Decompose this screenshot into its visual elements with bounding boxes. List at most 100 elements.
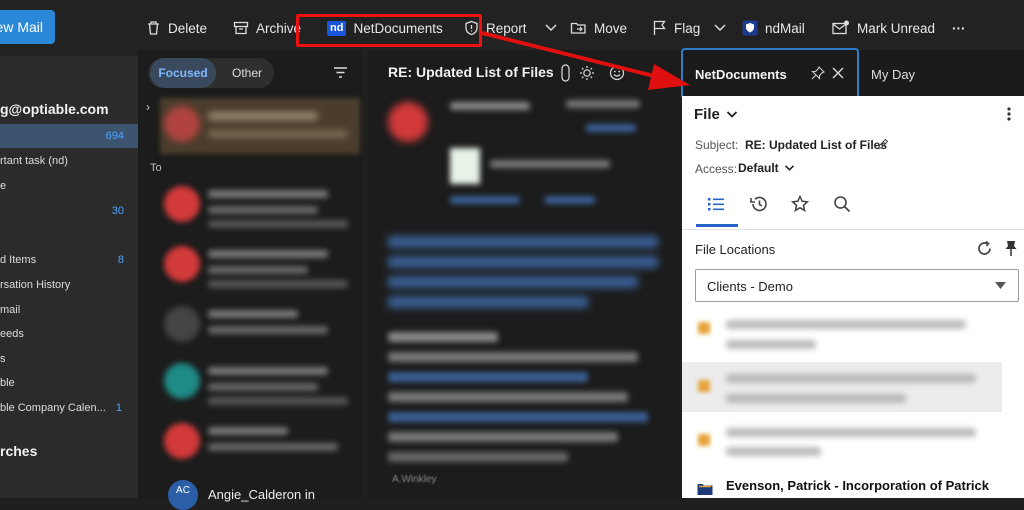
blurred-text <box>726 320 966 329</box>
envelope-dot-icon <box>832 20 849 35</box>
archive-button[interactable]: Archive <box>233 18 301 38</box>
folder-label: e <box>0 180 7 192</box>
folder-deleted-items[interactable]: d Items 8 <box>0 250 138 270</box>
pencil-icon[interactable] <box>877 138 889 150</box>
blurred-text <box>388 276 638 288</box>
emoji-icon[interactable] <box>609 65 625 81</box>
list-item[interactable] <box>160 98 360 154</box>
folder-label: d Items <box>0 254 37 266</box>
chevron-down-icon[interactable] <box>713 23 727 33</box>
pin-filled-icon[interactable] <box>1004 240 1018 257</box>
avatar <box>164 106 200 142</box>
folder-item[interactable]: s <box>0 349 138 369</box>
folder-rss-feeds[interactable]: eeds <box>0 324 138 344</box>
folder-item[interactable]: ble <box>0 373 138 393</box>
list-item[interactable] <box>160 415 360 471</box>
access-dropdown[interactable]: Default <box>738 161 795 175</box>
folder-icon <box>697 484 713 495</box>
tab-my-day[interactable]: My Day <box>871 67 915 82</box>
active-tab-indicator <box>696 224 738 227</box>
avatar: AC <box>168 480 198 510</box>
tab-other[interactable]: Other <box>220 58 274 88</box>
list-icon[interactable] <box>707 196 725 212</box>
blurred-text <box>726 340 816 349</box>
folder-inbox[interactable]: 694 <box>0 126 138 146</box>
blurred-link <box>450 196 520 204</box>
refresh-icon[interactable] <box>976 240 993 257</box>
flag-icon <box>653 20 666 35</box>
blurred-link <box>586 124 636 132</box>
blurred-text <box>208 112 318 120</box>
mark-unread-label: Mark Unread <box>857 20 936 36</box>
blurred-text <box>208 383 318 391</box>
list-item[interactable] <box>160 298 360 354</box>
blurred-text <box>208 280 348 288</box>
location-select-value: Clients - Demo <box>707 279 793 294</box>
folder-company-calendar[interactable]: ble Company Calen... 1 <box>0 398 138 418</box>
more-options-button[interactable]: ··· <box>952 18 966 38</box>
unread-count: 8 <box>117 254 124 266</box>
delete-button[interactable]: Delete <box>146 18 207 38</box>
history-icon[interactable] <box>749 195 769 213</box>
blurred-text <box>388 412 648 422</box>
chevron-down-icon <box>784 165 794 171</box>
folder-icon <box>698 322 710 334</box>
blurred-text <box>388 256 658 268</box>
folder-conversation-history[interactable]: rsation History <box>0 275 138 295</box>
filter-icon[interactable] <box>333 66 348 79</box>
archive-icon <box>233 21 249 35</box>
subject-value: RE: Updated List of Files <box>745 138 888 152</box>
folder-label: eeds <box>0 328 24 340</box>
folder-label: rtant task (nd) <box>0 155 68 167</box>
group-header: To <box>150 162 162 174</box>
access-label: Access: <box>695 162 738 176</box>
pin-icon[interactable] <box>811 66 825 80</box>
avatar <box>164 423 200 459</box>
tab-focused[interactable]: Focused <box>150 58 216 88</box>
close-icon[interactable] <box>832 67 844 79</box>
move-button[interactable]: Move <box>570 18 627 38</box>
account-name[interactable]: g@optiable.com <box>0 101 109 117</box>
expand-chevron-icon[interactable]: › <box>146 100 150 114</box>
report-label: Report <box>486 20 527 36</box>
new-mail-button[interactable]: New Mail <box>0 10 55 44</box>
file-menu-label: File <box>694 106 720 123</box>
folder-important-task[interactable]: rtant task (nd) <box>0 151 138 171</box>
list-item[interactable] <box>160 238 360 294</box>
ndmail-button[interactable]: ndMail <box>742 18 805 38</box>
list-item-hover[interactable] <box>682 362 1002 412</box>
list-item[interactable] <box>160 355 360 411</box>
move-label: Move <box>594 20 628 36</box>
blurred-text <box>388 296 588 308</box>
delete-label: Delete <box>168 20 208 36</box>
search-icon[interactable] <box>833 195 851 213</box>
trash-icon <box>148 21 159 35</box>
searches-heading[interactable]: rches <box>0 443 37 459</box>
folder-icon <box>698 434 710 446</box>
flag-button[interactable]: Flag <box>652 18 727 38</box>
more-vertical-icon[interactable] <box>1006 106 1012 122</box>
blurred-text <box>388 352 638 362</box>
sender-name[interactable]: Angie_Calderon in <box>208 487 315 502</box>
blurred-text <box>566 100 640 108</box>
tab-netdocuments-label: NetDocuments <box>695 67 787 82</box>
access-value: Default <box>738 161 779 175</box>
star-icon[interactable] <box>791 195 809 213</box>
file-locations-heading: File Locations <box>695 242 776 257</box>
brightness-icon[interactable] <box>579 65 595 81</box>
file-menu[interactable]: File <box>694 106 738 123</box>
blurred-text <box>208 130 348 138</box>
mark-unread-button[interactable]: Mark Unread <box>832 18 935 38</box>
folder-item[interactable]: 30 <box>0 201 138 221</box>
folder-item[interactable]: e <box>0 176 138 196</box>
blurred-text <box>490 160 610 168</box>
email-subject: RE: Updated List of Files <box>388 64 554 80</box>
blurred-text <box>208 443 338 451</box>
avatar <box>164 186 200 222</box>
folder-item[interactable]: mail <box>0 300 138 320</box>
blurred-text <box>208 397 348 405</box>
blurred-text <box>388 392 628 402</box>
list-item[interactable] <box>160 178 360 234</box>
chevron-down-icon[interactable] <box>544 23 558 33</box>
file-location-item[interactable]: Evenson, Patrick - Incorporation of Patr… <box>726 478 989 493</box>
